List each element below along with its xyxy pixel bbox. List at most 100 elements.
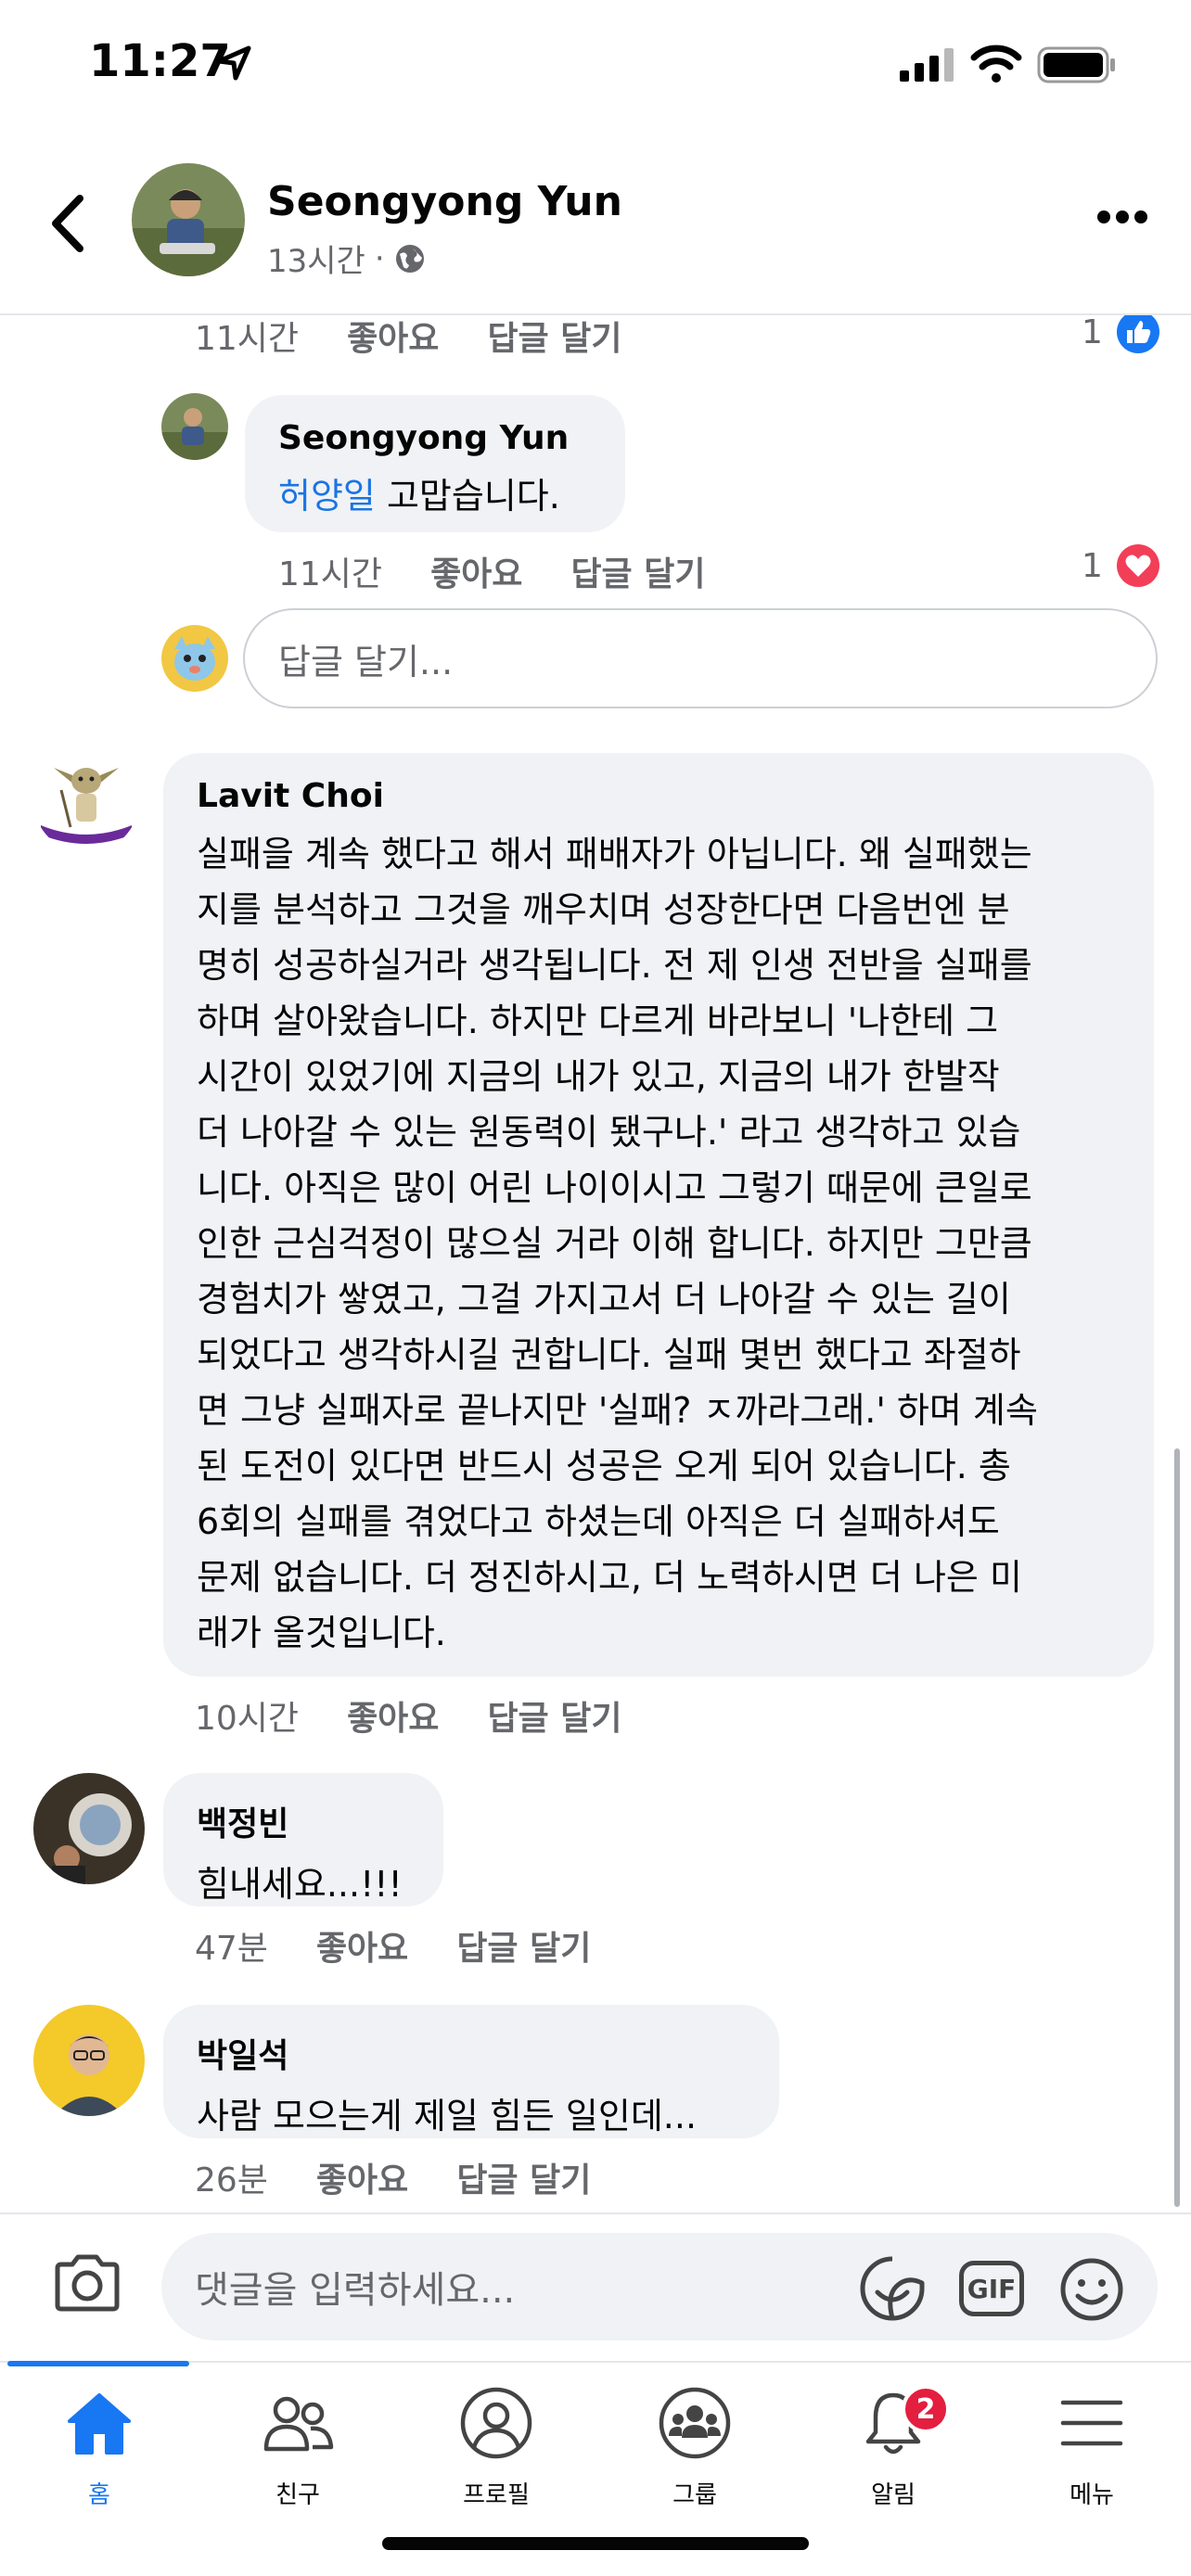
tab-profile[interactable]: 프로필	[397, 2381, 596, 2520]
like-button[interactable]: 좋아요	[316, 2153, 408, 2201]
comment-actions: 11시간 좋아요 답글 달기	[195, 312, 670, 360]
comment-text: 실패을 계속 했다고 해서 패배자가 아닙니다. 왜 실패했는 지를 분석하고 …	[197, 826, 1121, 1661]
like-button[interactable]: 좋아요	[430, 547, 522, 595]
comment-author[interactable]: Lavit Choi	[197, 777, 1121, 815]
post-time: 13시간	[267, 243, 365, 280]
gif-button[interactable]: GIF	[959, 2261, 1024, 2316]
groups-icon	[659, 2387, 731, 2459]
tab-label: 알림	[871, 2481, 916, 2509]
comment-actions: 26분 좋아요 답글 달기	[195, 2153, 639, 2201]
commenter-avatar[interactable]	[33, 747, 139, 853]
reply-button[interactable]: 답글 달기	[456, 2153, 591, 2201]
home-icon	[68, 2393, 131, 2455]
comment-bubble[interactable]: 백정빈 힘내세요...!!!	[163, 1773, 443, 1906]
friends-icon	[263, 2396, 334, 2452]
comment-line: 명히 성공하실거라 생각됩니다. 전 제 인생 전반을 실패를	[197, 945, 1032, 986]
tab-label: 친구	[275, 2481, 320, 2509]
notification-badge: 2	[902, 2385, 950, 2433]
author-name[interactable]: Seongyong Yun	[267, 178, 622, 225]
battery-icon	[1037, 46, 1115, 83]
comment-line: 6회의 실패를 겪었다고 하셨는데 아직은 더 실패하셔도	[197, 1501, 1000, 1542]
back-arrow-icon[interactable]	[46, 191, 87, 256]
author-avatar[interactable]	[132, 163, 245, 276]
commenter-avatar[interactable]	[161, 393, 228, 460]
meta-separator: ·	[374, 239, 385, 277]
cellular-signal-icon	[900, 48, 954, 82]
comment-text: 허양일 고맙습니다.	[278, 468, 592, 524]
comment-text: 힘내세요...!!!	[197, 1864, 403, 1905]
tab-label: 그룹	[672, 2481, 717, 2509]
comment-actions: 47분 좋아요 답글 달기	[195, 1921, 639, 1970]
camera-icon[interactable]	[52, 2253, 122, 2313]
like-button[interactable]: 좋아요	[347, 312, 439, 360]
commenter-avatar[interactable]	[33, 2005, 145, 2116]
sticker-icon[interactable]	[859, 2255, 926, 2322]
comment-actions: 11시간 좋아요 답글 달기	[278, 547, 753, 595]
reaction-count: 1	[1082, 312, 1103, 351]
like-button[interactable]: 좋아요	[316, 1921, 408, 1970]
comment-bubble[interactable]: 박일석 사람 모으는게 제일 힘든 일인데...	[163, 2005, 779, 2138]
comment-time: 11시간	[278, 555, 383, 593]
comment-line: 된 도전이 있다면 반드시 성공은 오게 되어 있습니다. 총	[197, 1446, 1011, 1486]
reaction-count: 1	[1082, 546, 1103, 585]
reply-button[interactable]: 답글 달기	[570, 547, 705, 595]
emoji-icon[interactable]	[1059, 2257, 1124, 2322]
comment-line: 하며 살아왔습니다. 하지만 다르게 바라보니 '나한테 그	[197, 1001, 999, 1041]
more-options-icon[interactable]	[1096, 208, 1148, 226]
comment-time: 47분	[195, 1930, 268, 1968]
tab-label: 홈	[88, 2481, 110, 2509]
reply-button[interactable]: 답글 달기	[456, 1921, 591, 1970]
tab-label: 프로필	[463, 2481, 530, 2509]
like-button[interactable]: 좋아요	[347, 1691, 439, 1740]
tab-menu[interactable]: 메뉴	[992, 2381, 1191, 2520]
home-indicator	[382, 2537, 809, 2550]
comment-author[interactable]: Seongyong Yun	[278, 419, 592, 457]
like-reaction-icon	[1116, 311, 1159, 353]
comment-line: 실패을 계속 했다고 해서 패배자가 아닙니다. 왜 실패했는	[197, 834, 1032, 874]
comment-actions: 10시간 좋아요 답글 달기	[195, 1691, 670, 1740]
mention-link[interactable]: 허양일	[278, 476, 376, 516]
comment-author[interactable]: 박일석	[197, 2029, 746, 2077]
comment-composer: 댓글을 입력하세요... GIF	[0, 2213, 1191, 2361]
menu-icon	[1060, 2400, 1123, 2446]
gif-label: GIF	[967, 2273, 1017, 2304]
comment-bubble[interactable]: Seongyong Yun 허양일 고맙습니다.	[245, 395, 625, 532]
comment-bubble[interactable]: Lavit Choi 실패을 계속 했다고 해서 패배자가 아닙니다. 왜 실패…	[163, 753, 1154, 1677]
tab-label: 메뉴	[1069, 2481, 1114, 2509]
comment-line: 래가 올것입니다.	[197, 1613, 446, 1653]
tab-home[interactable]: 홈	[0, 2381, 198, 2520]
tab-friends[interactable]: 친구	[198, 2381, 397, 2520]
scrollbar[interactable]	[1174, 1448, 1180, 2207]
tab-groups[interactable]: 그룹	[596, 2381, 794, 2520]
status-time: 11:27	[89, 35, 231, 87]
comment-line: 지를 분석하고 그것을 깨우치며 성장한다면 다음번엔 분	[197, 889, 1010, 930]
globe-icon	[395, 244, 424, 273]
current-user-avatar	[161, 625, 228, 692]
reaction-summary[interactable]: 1	[1082, 310, 1160, 354]
comment-line: 시간이 있었기에 지금의 내가 있고, 지금의 내가 한발작	[197, 1056, 1000, 1097]
comment-time: 26분	[195, 2162, 268, 2200]
tab-notifications[interactable]: 2 알림	[794, 2381, 992, 2520]
comment-line: 니다. 아직은 많이 어린 나이이시고 그렇기 때문에 큰일로	[197, 1167, 1032, 1208]
post-header: Seongyong Yun 13시간 ·	[0, 139, 1191, 315]
active-tab-indicator	[7, 2361, 189, 2366]
reply-button[interactable]: 답글 달기	[487, 312, 621, 360]
commenter-avatar[interactable]	[33, 1773, 145, 1884]
comment-time: 11시간	[195, 320, 300, 358]
reply-button[interactable]: 답글 달기	[487, 1691, 621, 1740]
status-bar: 11:27	[0, 0, 1191, 139]
comment-time: 10시간	[195, 1700, 300, 1738]
comment-line: 되었다고 생각하시길 권합니다. 실패 몇번 했다고 좌절하	[197, 1334, 1021, 1375]
wifi-icon	[970, 45, 1022, 83]
comment-line: 인한 근심걱정이 많으실 거라 이해 합니다. 하지만 그만큼	[197, 1223, 1032, 1264]
reaction-summary[interactable]: 1	[1082, 543, 1160, 588]
location-arrow-icon	[216, 45, 251, 81]
comment-line: 경험치가 쌓였고, 그걸 가지고서 더 나아갈 수 있는 길이	[197, 1279, 1011, 1320]
comment-text: 사람 모으는게 제일 힘든 일인데...	[197, 2096, 698, 2136]
reply-input[interactable]: 답글 달기...	[243, 608, 1158, 708]
love-reaction-icon	[1116, 544, 1159, 587]
comment-author[interactable]: 백정빈	[197, 1797, 410, 1845]
post-meta: 13시간 ·	[267, 236, 426, 281]
comment-line: 문제 없습니다. 더 정진하시고, 더 노력하시면 더 나은 미	[197, 1557, 1022, 1598]
comment-body: 고맙습니다.	[375, 476, 560, 516]
